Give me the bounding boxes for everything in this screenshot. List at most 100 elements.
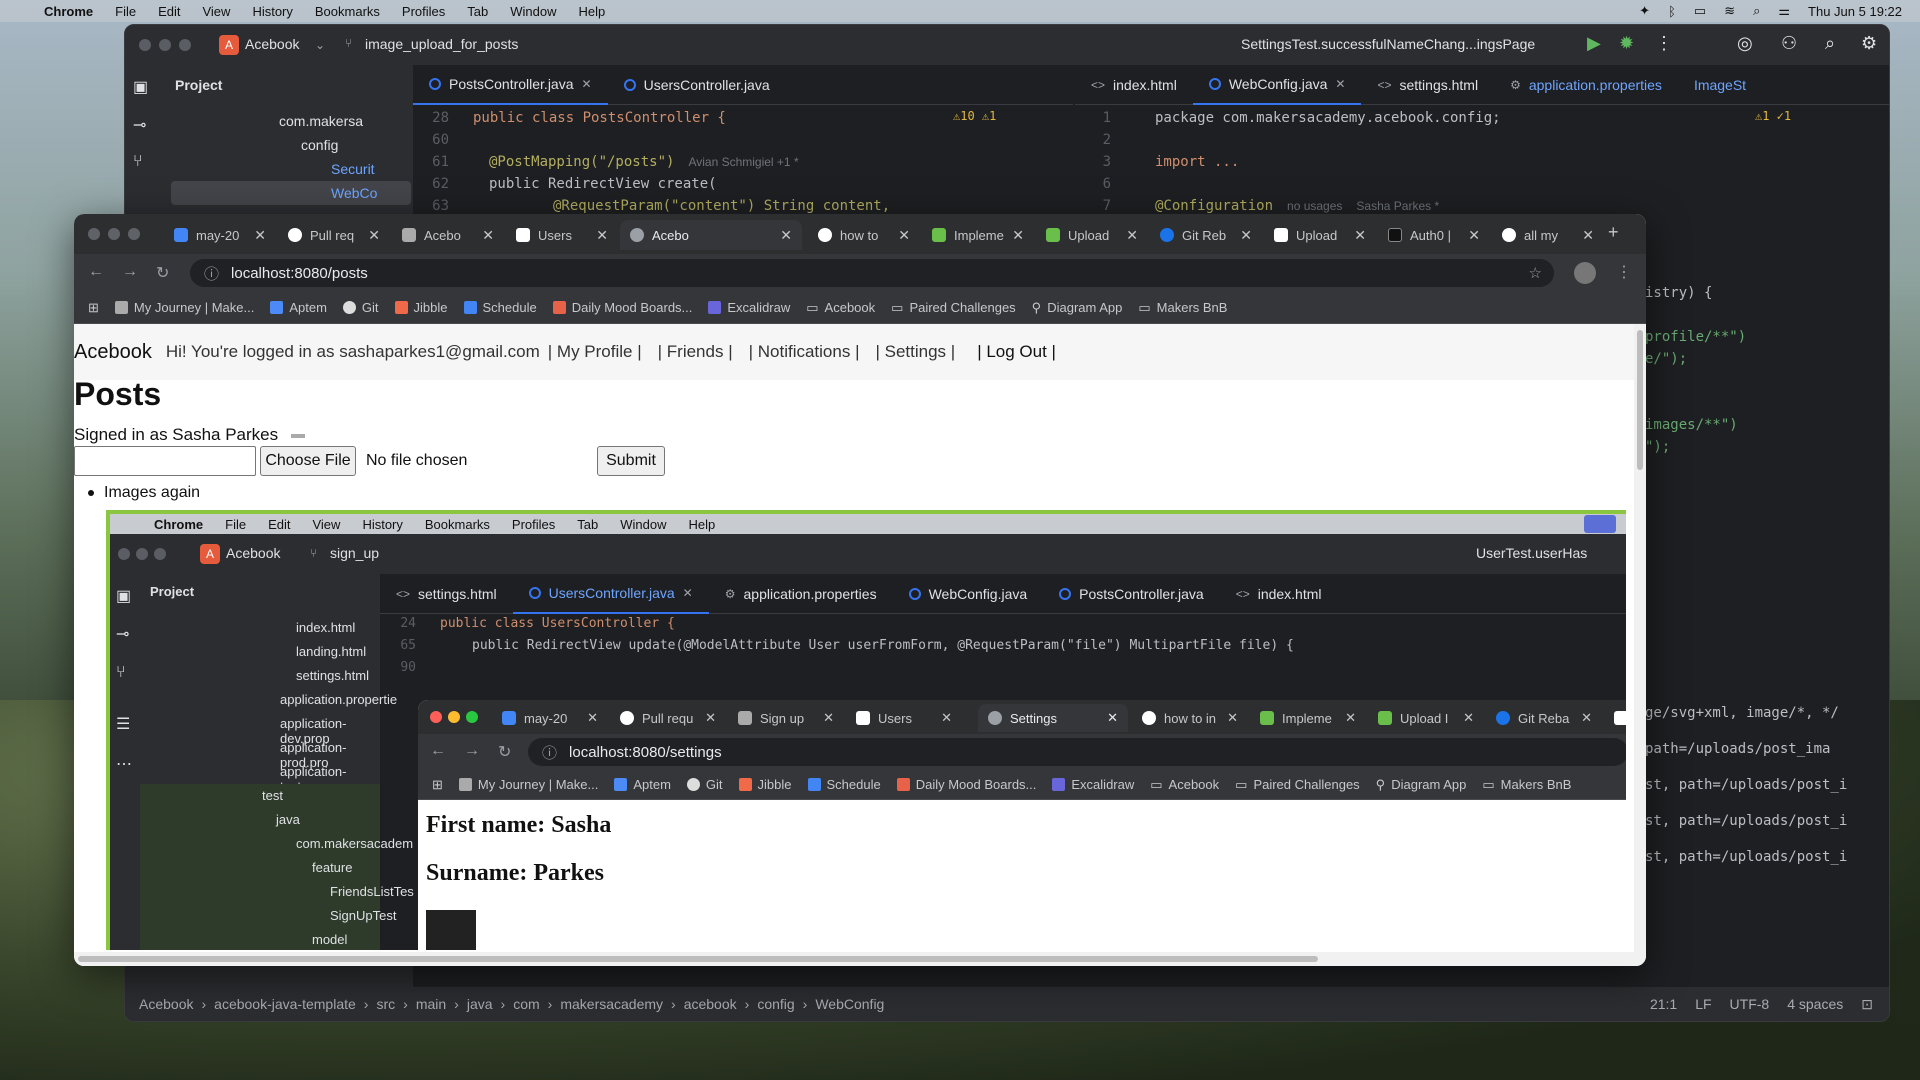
close-icon[interactable]: ✕ — [780, 227, 792, 244]
bookmark-item[interactable]: Jibble — [394, 300, 448, 315]
nav-log-out[interactable]: | Log Out | — [977, 342, 1056, 362]
bookmark-item[interactable]: Aptem — [270, 300, 327, 315]
info-icon[interactable]: ⓘ — [204, 263, 219, 284]
right-editor[interactable]: 1 package com.makersacademy.acebook.confi… — [1075, 107, 1889, 217]
project-panel-title[interactable]: Project — [175, 77, 222, 93]
menubar-app-name[interactable]: Chrome — [44, 4, 93, 19]
nav-settings[interactable]: | Settings | — [875, 342, 955, 362]
tab-webconfig[interactable]: WebConfig.java ✕ — [1192, 65, 1362, 105]
browser-tab[interactable]: Users ✕ — [506, 220, 618, 250]
browser-tab[interactable]: Acebo ✕ — [392, 220, 504, 250]
close-icon[interactable]: ✕ — [596, 227, 608, 244]
menu-window[interactable]: Window — [510, 4, 556, 19]
post-content-input[interactable] — [74, 446, 256, 476]
bookmark-item[interactable]: My Journey | Make... — [114, 300, 254, 315]
nav-my-profile[interactable]: | My Profile | — [548, 342, 642, 362]
browser-tab[interactable]: may-20 ✕ — [164, 220, 276, 250]
menu-file[interactable]: File — [115, 4, 136, 19]
ai-assistant-icon[interactable]: ◎ — [1737, 33, 1753, 54]
menubar-clock[interactable]: Thu Jun 5 19:22 — [1808, 4, 1902, 19]
breadcrumb-item[interactable]: WebConfig — [815, 996, 884, 1012]
bluetooth-icon[interactable]: ᛒ — [1668, 4, 1676, 19]
tab-settings-html[interactable]: <> settings.html — [1361, 65, 1494, 105]
window-minimize-button[interactable] — [159, 39, 171, 51]
scroll-thumb[interactable] — [1637, 330, 1643, 470]
close-icon[interactable]: ✕ — [898, 227, 910, 244]
pull-request-icon[interactable]: ⑂ — [133, 153, 143, 171]
add-user-icon[interactable]: ⚇ — [1781, 33, 1797, 54]
battery-icon[interactable]: ▭ — [1694, 3, 1706, 19]
window-zoom-button[interactable] — [128, 228, 140, 240]
tab-posts-controller[interactable]: PostsController.java ✕ — [413, 65, 608, 105]
apps-grid-icon[interactable]: ⊞ — [88, 300, 99, 316]
close-icon[interactable]: ✕ — [1126, 227, 1138, 244]
more-menu-icon[interactable]: ⋮ — [1616, 262, 1632, 282]
tab-index-html[interactable]: <> index.html — [1075, 65, 1193, 105]
breadcrumb-item[interactable]: java — [467, 996, 493, 1012]
browser-tab[interactable]: Upload ✕ — [1036, 220, 1148, 250]
bookmark-folder[interactable]: ▭ Paired Challenges — [891, 300, 1016, 316]
tab-application-properties[interactable]: ⚙ application.properties — [1494, 65, 1678, 105]
menu-bookmarks[interactable]: Bookmarks — [315, 4, 380, 19]
line-separator[interactable]: LF — [1695, 996, 1711, 1012]
close-icon[interactable]: ✕ — [368, 227, 380, 244]
breadcrumb-item[interactable]: config — [757, 996, 794, 1012]
more-actions-icon[interactable]: ⋮ — [1655, 33, 1673, 54]
window-close-button[interactable] — [139, 39, 151, 51]
lock-icon[interactable]: ⊡ — [1861, 996, 1873, 1013]
close-icon[interactable]: ✕ — [1012, 227, 1024, 244]
breadcrumb-item[interactable]: Acebook — [139, 996, 193, 1012]
bookmark-item[interactable]: ⚲ Diagram App — [1032, 300, 1123, 316]
forward-icon[interactable]: → — [122, 263, 138, 281]
browser-tab-active[interactable]: Acebo ✕ — [620, 220, 802, 250]
submit-button[interactable]: Submit — [597, 446, 665, 476]
browser-tab[interactable]: Pull req ✕ — [278, 220, 390, 250]
close-icon[interactable]: ✕ — [582, 77, 592, 91]
run-icon[interactable]: ▶ — [1587, 33, 1601, 54]
browser-tab[interactable]: how to ✕ — [808, 220, 920, 250]
horizontal-scrollbar[interactable] — [74, 952, 1646, 966]
close-icon[interactable]: ✕ — [1582, 227, 1594, 244]
profile-avatar[interactable] — [1574, 262, 1596, 284]
breadcrumb-item[interactable]: com — [513, 996, 539, 1012]
tree-item[interactable]: WebCo — [331, 185, 377, 201]
bookmark-item[interactable]: Excalidraw — [708, 300, 790, 315]
scroll-thumb[interactable] — [78, 956, 1318, 962]
run-config-selector[interactable]: SettingsTest.successfulNameChang...ingsP… — [1241, 36, 1535, 52]
close-icon[interactable]: ✕ — [482, 227, 494, 244]
search-everywhere-icon[interactable]: ⌕ — [1825, 33, 1835, 54]
tab-imagestorage[interactable]: ImageSt — [1678, 65, 1762, 105]
browser-tab[interactable]: Impleme ✕ — [922, 220, 1034, 250]
menu-view[interactable]: View — [202, 4, 230, 19]
tab-users-controller[interactable]: UsersController.java — [608, 65, 786, 105]
cursor-position[interactable]: 21:1 — [1650, 996, 1677, 1012]
close-icon[interactable]: ✕ — [1354, 227, 1366, 244]
vertical-scrollbar[interactable] — [1634, 324, 1646, 952]
folder-icon[interactable]: ▣ — [133, 77, 148, 97]
nav-friends[interactable]: | Friends | — [658, 342, 733, 362]
new-tab-icon[interactable]: + — [1608, 222, 1619, 243]
commit-icon[interactable]: ⊸ — [133, 115, 146, 135]
menu-history[interactable]: History — [252, 4, 292, 19]
nav-notifications[interactable]: | Notifications | — [749, 342, 860, 362]
warnings-indicator[interactable]: ⚠1 ✓1 — [1755, 109, 1791, 123]
close-icon[interactable]: ✕ — [1335, 77, 1345, 91]
browser-tab[interactable]: Git Reb ✕ — [1150, 220, 1262, 250]
close-icon[interactable]: ✕ — [1240, 227, 1252, 244]
project-switcher[interactable]: Acebook — [245, 36, 299, 52]
bookmark-star-icon[interactable]: ☆ — [1529, 264, 1542, 282]
reload-icon[interactable]: ↻ — [156, 263, 169, 283]
close-icon[interactable]: ✕ — [254, 227, 266, 244]
bookmark-item[interactable]: Git — [342, 300, 379, 315]
menu-help[interactable]: Help — [579, 4, 606, 19]
branch-switcher[interactable]: image_upload_for_posts — [365, 36, 518, 52]
address-bar[interactable]: ⓘ localhost:8080/posts ☆ — [190, 259, 1554, 287]
window-close-button[interactable] — [88, 228, 100, 240]
file-encoding[interactable]: UTF-8 — [1730, 996, 1770, 1012]
site-brand[interactable]: Acebook — [74, 341, 152, 364]
debug-icon[interactable]: ✹ — [1619, 33, 1634, 54]
butterfly-icon[interactable]: ✦ — [1639, 3, 1650, 19]
close-icon[interactable]: ✕ — [1468, 227, 1480, 244]
breadcrumb-item[interactable]: acebook-java-template — [214, 996, 356, 1012]
bookmark-item[interactable]: Schedule — [463, 300, 537, 315]
